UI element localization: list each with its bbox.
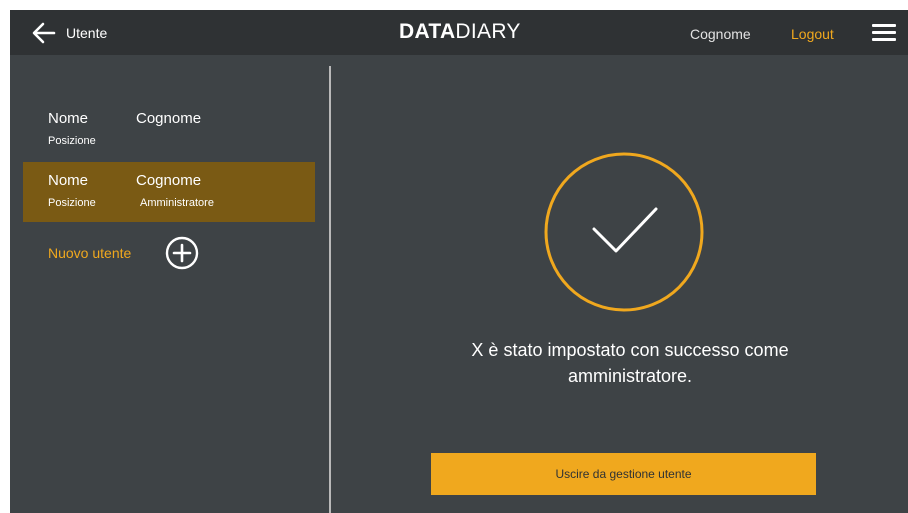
new-user-label: Nuovo utente: [48, 245, 132, 261]
plus-circle-icon[interactable]: [165, 236, 199, 270]
success-message: X è stato impostato con successo come am…: [471, 340, 789, 386]
arrow-left-icon: [32, 22, 56, 44]
back-button[interactable]: Utente: [32, 21, 107, 45]
panel-divider: [329, 66, 331, 513]
top-bar: Utente DATADIARY Cognome Logout: [10, 10, 908, 55]
exit-user-management-button[interactable]: Uscire da gestione utente: [431, 453, 816, 495]
logo-light-text: DIARY: [455, 20, 521, 43]
user-list-item-selected[interactable]: Nome Cognome Posizione Amministratore: [23, 162, 315, 222]
logout-link[interactable]: Logout: [791, 26, 834, 42]
logo-bold-text: DATA: [399, 20, 456, 43]
user-last-name: Cognome: [136, 110, 202, 127]
app-frame: Utente DATADIARY Cognome Logout Nome Cog…: [10, 10, 908, 513]
user-list-item[interactable]: Nome Cognome Posizione: [23, 100, 315, 160]
hamburger-menu-icon[interactable]: [872, 24, 896, 42]
user-last-name: Cognome: [136, 172, 202, 189]
user-role: Amministratore: [140, 197, 214, 209]
user-first-name: Nome: [48, 110, 89, 127]
success-check-icon: [544, 152, 704, 312]
user-position: Posizione: [48, 135, 96, 147]
user-position: Posizione: [48, 197, 96, 209]
user-first-name: Nome: [48, 172, 89, 189]
new-user-button[interactable]: Nuovo utente: [48, 236, 199, 270]
back-label: Utente: [66, 25, 108, 41]
current-user-name: Cognome: [690, 26, 751, 42]
app-logo: DATADIARY: [399, 19, 521, 45]
